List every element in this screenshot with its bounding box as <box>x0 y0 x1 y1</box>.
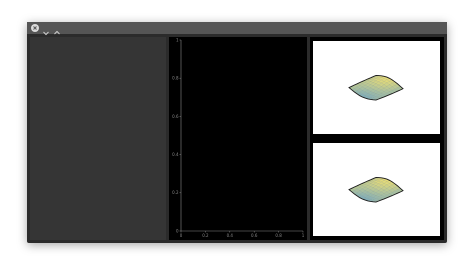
x-tick-label: 0.4 <box>227 233 234 238</box>
x-tick-label: 0.6 <box>251 233 258 238</box>
y-tick-label: 0.8 <box>172 76 179 81</box>
surface-3d-icon <box>348 75 404 101</box>
x-tick-label: 1 <box>302 233 305 238</box>
surface-mesh <box>348 177 404 203</box>
y-tick-label: 1 <box>176 37 179 42</box>
x-tick-label: 0 <box>180 233 183 238</box>
surface-plot-top <box>313 41 440 134</box>
minimize-icon[interactable] <box>42 23 50 36</box>
x-tick-label: 0.8 <box>275 233 282 238</box>
title-bar <box>27 22 447 36</box>
x-tick-label: 0.2 <box>202 233 209 238</box>
surface-3d-icon <box>348 177 404 203</box>
maximize-icon[interactable] <box>53 23 61 35</box>
chart-panel: 0 0.2 0.4 0.6 0.8 1 0 0.2 0.4 0.6 0.8 1 <box>169 37 307 240</box>
close-icon[interactable] <box>31 24 39 32</box>
line-chart: 0 0.2 0.4 0.6 0.8 1 0 0.2 0.4 0.6 0.8 1 <box>172 37 305 238</box>
y-tick-label: 0 <box>176 228 179 233</box>
empty-panel <box>30 37 166 240</box>
y-tick-label: 0.6 <box>172 114 179 119</box>
y-tick-label: 0.2 <box>172 190 179 195</box>
surface-plot-bottom <box>313 143 440 236</box>
y-tick-label: 0.4 <box>172 152 179 157</box>
surface-panel <box>310 37 444 240</box>
app-window: 0 0.2 0.4 0.6 0.8 1 0 0.2 0.4 0.6 0.8 1 <box>27 22 447 243</box>
surface-mesh <box>348 75 404 101</box>
